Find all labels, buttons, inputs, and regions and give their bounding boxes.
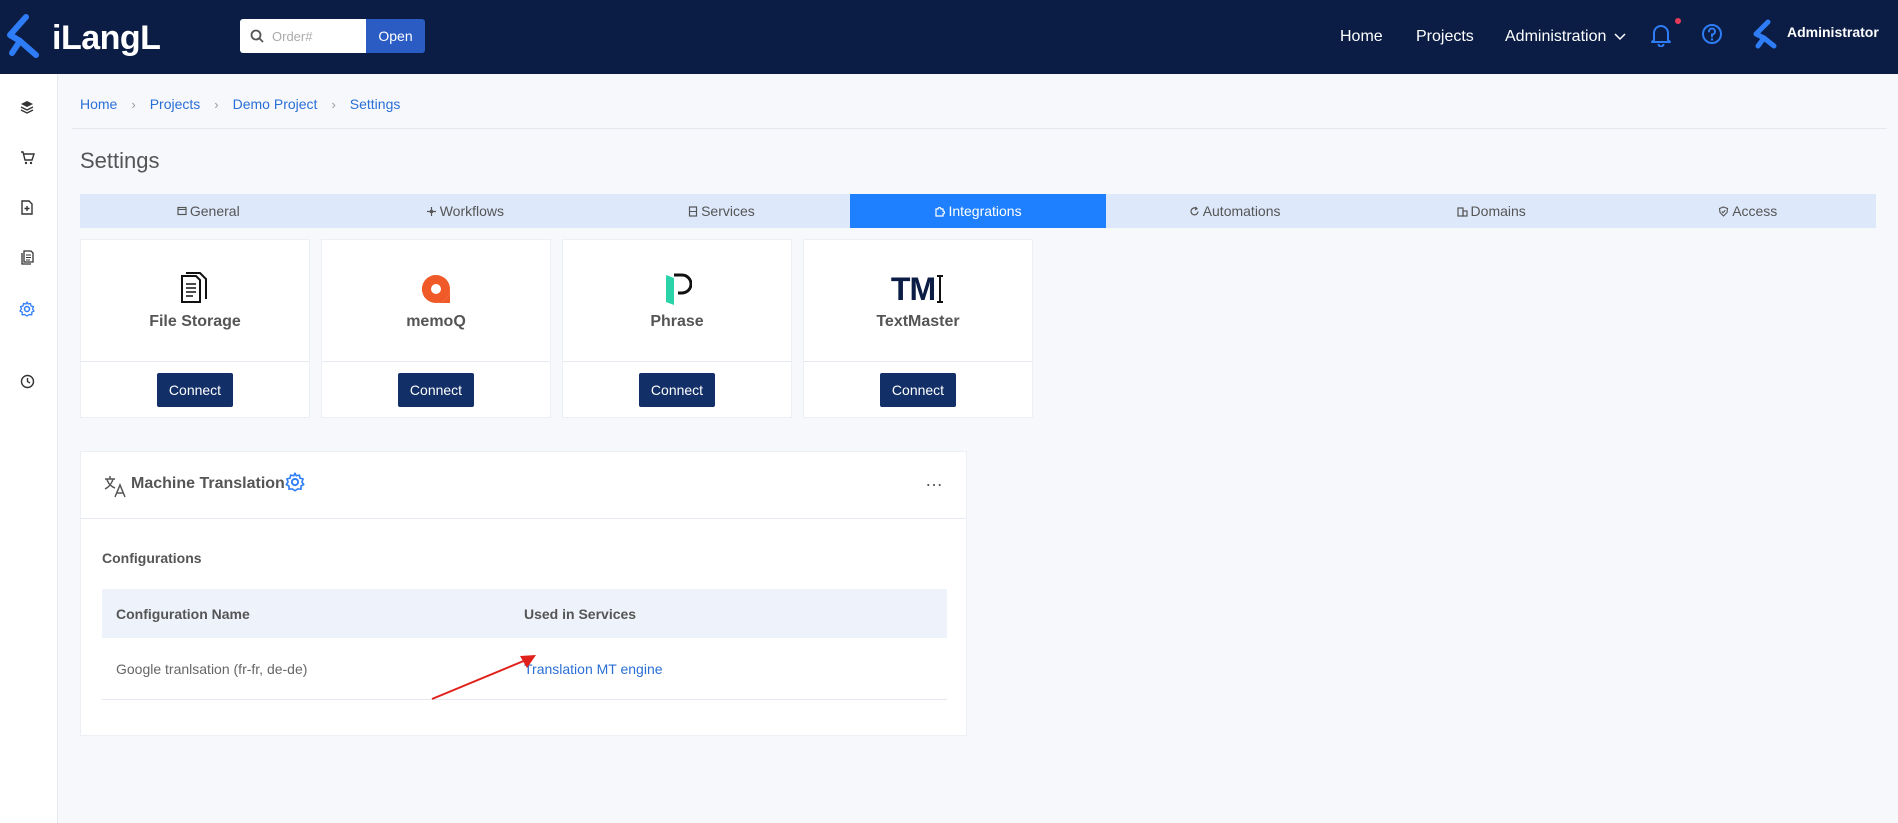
- nav-administration-label: Administration: [1505, 28, 1607, 45]
- puzzle-icon: [935, 206, 946, 217]
- connect-textmaster-button[interactable]: Connect: [880, 373, 956, 407]
- tab-integrations[interactable]: Integrations: [849, 194, 1107, 228]
- tab-services-label: Services: [701, 203, 755, 219]
- translate-icon: [104, 476, 126, 498]
- machine-translation-header: Machine Translation …: [81, 452, 966, 519]
- connect-phrase-button[interactable]: Connect: [639, 373, 715, 407]
- workflow-icon: [426, 206, 436, 216]
- user-name[interactable]: Administrator: [1787, 24, 1879, 40]
- notification-badge: [1675, 18, 1681, 24]
- chevron-down-icon: [1614, 33, 1626, 41]
- tab-services[interactable]: Services: [593, 194, 850, 228]
- used-in-service-link[interactable]: Translation MT engine: [524, 661, 663, 677]
- connect-file-storage-button[interactable]: Connect: [157, 373, 233, 407]
- tab-general[interactable]: General: [80, 194, 337, 228]
- order-search-input[interactable]: [272, 28, 362, 44]
- left-sidebar: [0, 74, 58, 823]
- textmaster-logo-text: TM: [890, 270, 936, 307]
- documents-icon[interactable]: [18, 248, 36, 266]
- logo-text: iLangL: [52, 18, 161, 57]
- integration-name: Phrase: [650, 313, 704, 330]
- tab-access-label: Access: [1732, 203, 1778, 219]
- history-icon[interactable]: [18, 372, 36, 390]
- settings-gear-icon[interactable]: [18, 300, 36, 318]
- breadcrumb-demo-project[interactable]: Demo Project: [233, 96, 318, 112]
- connect-memoq-button[interactable]: Connect: [398, 373, 474, 407]
- breadcrumb-projects[interactable]: Projects: [150, 96, 201, 112]
- tab-automations-label: Automations: [1202, 203, 1281, 219]
- file-add-icon[interactable]: [18, 198, 36, 216]
- cart-icon[interactable]: [18, 149, 36, 167]
- breadcrumb-settings[interactable]: Settings: [350, 96, 401, 112]
- search-icon: [250, 29, 264, 43]
- top-navigation-bar: iLangL Open Home Projects Administration…: [0, 0, 1898, 74]
- phrase-logo-icon: [666, 273, 692, 305]
- integration-card-memoq: memoQ Connect: [321, 239, 551, 418]
- tab-workflows[interactable]: Workflows: [337, 194, 594, 228]
- refresh-icon: [1190, 206, 1199, 215]
- machine-translation-title: Machine Translation: [131, 475, 285, 492]
- breadcrumb: Home › Projects › Demo Project › Setting…: [80, 96, 400, 112]
- tab-integrations-label: Integrations: [948, 203, 1022, 219]
- integration-card-textmaster: TM TextMaster Connect: [803, 239, 1033, 418]
- user-avatar-icon[interactable]: [1752, 18, 1780, 50]
- column-header-used-in-services: Used in Services: [524, 605, 637, 622]
- integration-name: TextMaster: [876, 313, 960, 330]
- tab-workflows-label: Workflows: [439, 203, 505, 219]
- app-logo[interactable]: iLangL: [6, 12, 161, 64]
- tab-access[interactable]: Access: [1619, 194, 1876, 228]
- shield-check-icon: [1719, 205, 1729, 217]
- page-title: Settings: [80, 148, 160, 173]
- text-cursor-icon: [937, 275, 944, 303]
- configurations-label: Configurations: [102, 550, 202, 566]
- breadcrumb-home[interactable]: Home: [80, 96, 117, 112]
- order-search: [240, 19, 366, 53]
- tab-domains-label: Domains: [1470, 203, 1526, 219]
- more-options-icon[interactable]: …: [925, 470, 944, 491]
- ilangl-logo-icon: [7, 14, 39, 58]
- nav-home[interactable]: Home: [1340, 0, 1383, 74]
- breadcrumb-separator-icon: ›: [131, 96, 136, 112]
- breadcrumb-separator-icon: ›: [214, 96, 219, 112]
- layers-icon[interactable]: [18, 98, 36, 116]
- window-icon: [177, 206, 187, 216]
- integration-name: memoQ: [406, 313, 466, 330]
- column-header-configuration-name: Configuration Name: [116, 605, 250, 622]
- server-icon: [688, 205, 698, 217]
- settings-tabs: General Workflows Services Integrations …: [80, 194, 1876, 228]
- help-icon[interactable]: [1701, 23, 1723, 45]
- tab-general-label: General: [189, 203, 240, 219]
- breadcrumb-separator-icon: ›: [331, 96, 336, 112]
- notifications-bell-icon[interactable]: [1650, 23, 1672, 47]
- annotation-arrow-icon: [431, 655, 536, 700]
- integration-name: File Storage: [149, 313, 241, 330]
- table-header: Configuration Name Used in Services: [102, 589, 947, 638]
- integration-card-file-storage: File Storage Connect: [80, 239, 310, 418]
- settings-gear-icon[interactable]: [285, 472, 305, 492]
- file-storage-icon: [181, 272, 207, 303]
- memoq-logo-icon: [422, 275, 450, 303]
- breadcrumb-divider: [72, 128, 1887, 129]
- nav-administration[interactable]: Administration: [1505, 0, 1626, 74]
- open-order-button[interactable]: Open: [366, 19, 425, 53]
- integration-card-phrase: Phrase Connect: [562, 239, 792, 418]
- nav-projects[interactable]: Projects: [1416, 0, 1474, 74]
- tab-automations[interactable]: Automations: [1106, 194, 1363, 228]
- tab-domains[interactable]: Domains: [1363, 194, 1620, 228]
- building-icon: [1456, 206, 1468, 217]
